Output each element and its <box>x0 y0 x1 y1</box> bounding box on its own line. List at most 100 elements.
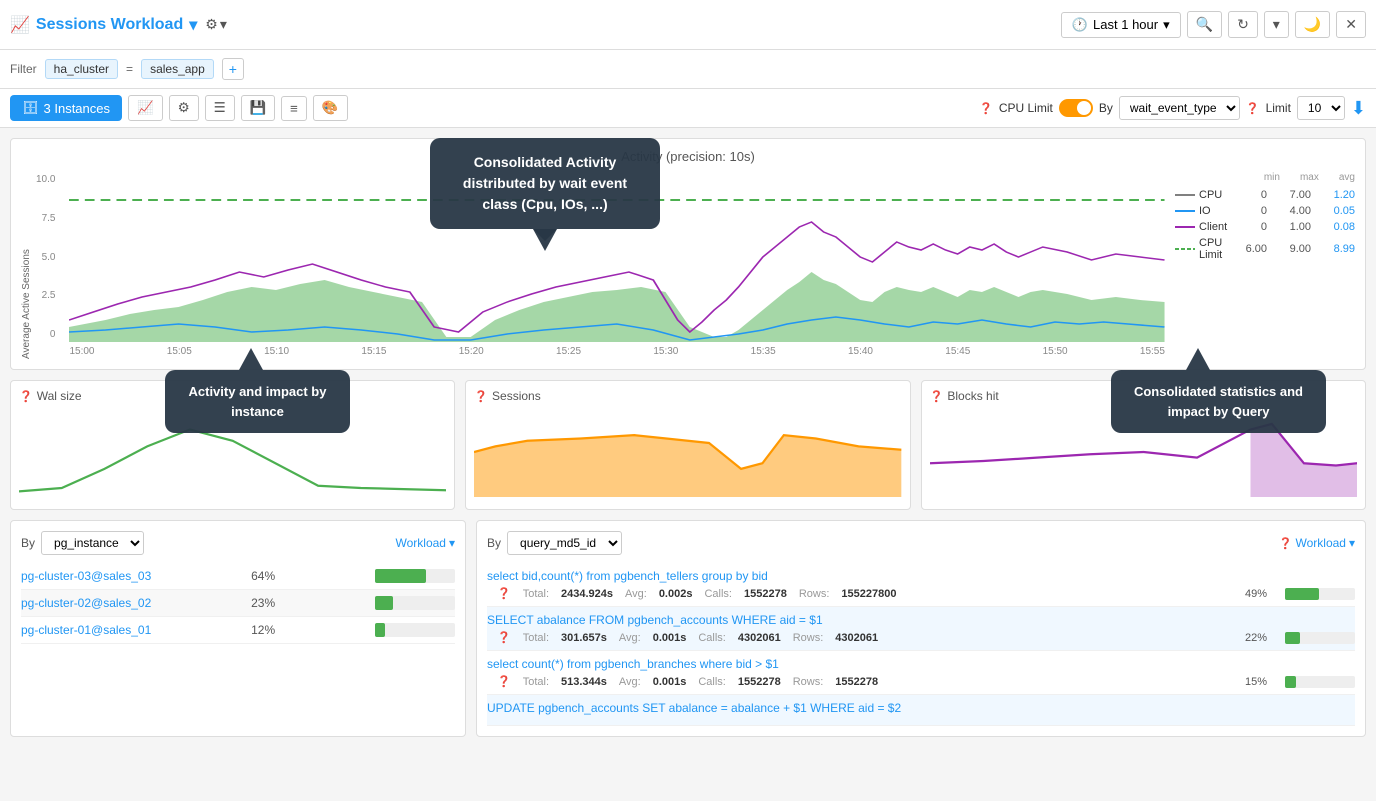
queries-panel: By query_md5_id ❓ Workload ▾ select bid,… <box>476 520 1366 737</box>
search-icon: 🔍 <box>1196 16 1213 32</box>
close-button[interactable]: ✕ <box>1336 11 1366 38</box>
workload-text-left: Workload <box>396 536 446 550</box>
by-label-left: By <box>21 536 35 550</box>
blocks-help-icon[interactable]: ❓ <box>930 390 944 403</box>
query-text-2[interactable]: SELECT abalance FROM pgbench_accounts WH… <box>487 613 1355 627</box>
q3-bar-wrap <box>1285 676 1355 688</box>
query-row-3: select count(*) from pgbench_branches wh… <box>487 651 1355 695</box>
legend-header: min max avg <box>1175 172 1355 183</box>
cpu-limit-toggle[interactable] <box>1059 99 1093 117</box>
app-title: 📈 Sessions Workload ▾ <box>10 15 197 35</box>
q3-help[interactable]: ❓ <box>497 675 511 688</box>
toolbar-left: 🗄 3 Instances 📈 ⚙ ☰ 💾 ≡ 🎨 <box>10 95 348 121</box>
list-button[interactable]: ≡ <box>281 96 307 121</box>
bubble-bottom-right: Consolidated statistics and impact by Qu… <box>1111 370 1326 433</box>
q2-avg: 0.001s <box>653 632 687 644</box>
legend-row-client: Client 0 1.00 0.08 <box>1175 219 1355 235</box>
query-stats-3: ❓ Total: 513.344s Avg: 0.001s Calls: 155… <box>487 675 1355 688</box>
by-label-right: By <box>487 536 501 550</box>
time-dropdown-icon: ▾ <box>1163 17 1170 33</box>
settings-icon-button[interactable]: ⚙ <box>169 95 199 121</box>
q1-pct: 49% <box>1245 588 1267 600</box>
blocks-hit-label: Blocks hit <box>947 389 998 403</box>
sessions-chart: ❓ Sessions <box>465 380 910 510</box>
toolbar-right: ❓ CPU Limit By wait_event_type ❓ Limit 1… <box>979 96 1366 120</box>
wal-help-icon[interactable]: ❓ <box>19 390 33 403</box>
layers-button[interactable]: 💾 <box>241 95 276 121</box>
query-text-4[interactable]: UPDATE pgbench_accounts SET abalance = a… <box>487 701 1355 715</box>
chart-left: Average Active Sessions 10.0 7.5 5.0 2.5… <box>21 172 59 359</box>
database-icon: 🗄 <box>22 100 39 116</box>
download-icon[interactable]: ⬇ <box>1351 98 1366 119</box>
bubble-bottom-left-text: Activity and impact by instance <box>189 384 327 419</box>
limit-select[interactable]: 10 <box>1297 96 1345 120</box>
q3-bar <box>1285 676 1296 688</box>
header-left: 📈 Sessions Workload ▾ ⚙ ▾ <box>10 15 227 35</box>
instances-button[interactable]: 🗄 3 Instances <box>10 95 122 121</box>
refresh-button[interactable]: ↻ <box>1228 11 1258 38</box>
time-range-button[interactable]: 🕐 Last 1 hour ▾ <box>1061 12 1181 38</box>
gear-button[interactable]: ⚙ ▾ <box>205 16 227 33</box>
instances-panel-header: By pg_instance Workload ▾ <box>21 531 455 555</box>
instance-name-3[interactable]: pg-cluster-01@sales_01 <box>21 623 151 637</box>
title-dropdown-icon[interactable]: ▾ <box>189 15 197 35</box>
pg-instance-select[interactable]: pg_instance <box>41 531 144 555</box>
filter-label: Filter <box>10 62 37 76</box>
filter-key[interactable]: ha_cluster <box>45 59 118 79</box>
filter-add-button[interactable]: + <box>222 58 244 80</box>
bubble-top: Consolidated Activity distributed by wai… <box>430 138 660 229</box>
moon-icon: 🌙 <box>1304 16 1321 32</box>
chart-legend: min max avg CPU 0 7.00 1.20 IO <box>1175 172 1355 359</box>
instance-name-1[interactable]: pg-cluster-03@sales_03 <box>21 569 151 583</box>
q1-bar <box>1285 588 1319 600</box>
workload-label-right[interactable]: ❓ Workload ▾ <box>1279 536 1355 550</box>
query-stats-1: ❓ Total: 2434.924s Avg: 0.002s Calls: 15… <box>487 587 1355 600</box>
q2-rows: 4302061 <box>835 632 878 644</box>
sessions-help-icon[interactable]: ❓ <box>474 390 488 403</box>
workload-text-right: Workload <box>1296 536 1346 550</box>
q1-rows: 155227800 <box>841 588 896 600</box>
instances-count: 3 Instances <box>44 101 111 116</box>
search-button[interactable]: 🔍 <box>1187 11 1222 38</box>
instance-pct-1: 64% <box>245 569 275 583</box>
chart-type-button[interactable]: 📈 <box>128 95 163 121</box>
q2-bar-wrap <box>1285 632 1355 644</box>
cpu-limit-help-icon[interactable]: ❓ <box>979 102 993 115</box>
instance-name-2[interactable]: pg-cluster-02@sales_02 <box>21 596 151 610</box>
header: 📈 Sessions Workload ▾ ⚙ ▾ 🕐 Last 1 hour … <box>0 0 1376 50</box>
workload-help-icon-right[interactable]: ❓ <box>1279 537 1293 550</box>
query-md5-select[interactable]: query_md5_id <box>507 531 622 555</box>
query-row-2: SELECT abalance FROM pgbench_accounts WH… <box>487 607 1355 651</box>
bottom-panels: By pg_instance Workload ▾ pg-cluster-03@… <box>10 520 1366 737</box>
legend-row-io: IO 0 4.00 0.05 <box>1175 203 1355 219</box>
gear-icon: ⚙ <box>205 16 218 33</box>
chart-area: Average Active Sessions 10.0 7.5 5.0 2.5… <box>21 172 1355 359</box>
q1-help[interactable]: ❓ <box>497 587 511 600</box>
refresh-dropdown-button[interactable]: ▾ <box>1264 11 1289 38</box>
query-text-3[interactable]: select count(*) from pgbench_branches wh… <box>487 657 1355 671</box>
filter-value[interactable]: sales_app <box>141 59 214 79</box>
instance-bar-3 <box>375 623 385 637</box>
table-button[interactable]: ☰ <box>205 95 235 121</box>
q1-avg: 0.002s <box>659 588 693 600</box>
moon-button[interactable]: 🌙 <box>1295 11 1330 38</box>
q3-calls: 1552278 <box>738 676 781 688</box>
q2-help[interactable]: ❓ <box>497 631 511 644</box>
limit-help-icon[interactable]: ❓ <box>1246 102 1260 115</box>
workload-label-left[interactable]: Workload ▾ <box>396 536 456 550</box>
bubble-top-text: Consolidated Activity distributed by wai… <box>463 154 627 212</box>
instance-row-1: pg-cluster-03@sales_03 64% <box>21 563 455 590</box>
query-stats-2: ❓ Total: 301.657s Avg: 0.001s Calls: 430… <box>487 631 1355 644</box>
q3-avg: 0.001s <box>653 676 687 688</box>
clock-icon: 🕐 <box>1072 17 1088 33</box>
wal-size-label: Wal size <box>37 389 82 403</box>
instances-panel: By pg_instance Workload ▾ pg-cluster-03@… <box>10 520 466 737</box>
chart-icon: 📈 <box>10 15 30 35</box>
limit-label: Limit <box>1266 101 1291 115</box>
wait-event-select[interactable]: wait_event_type <box>1119 96 1240 120</box>
query-text-1[interactable]: select bid,count(*) from pgbench_tellers… <box>487 569 1355 583</box>
instance-bar-wrap-2 <box>375 596 455 610</box>
palette-button[interactable]: 🎨 <box>313 95 348 121</box>
panel-by: By pg_instance <box>21 531 144 555</box>
instance-bar-wrap-1 <box>375 569 455 583</box>
